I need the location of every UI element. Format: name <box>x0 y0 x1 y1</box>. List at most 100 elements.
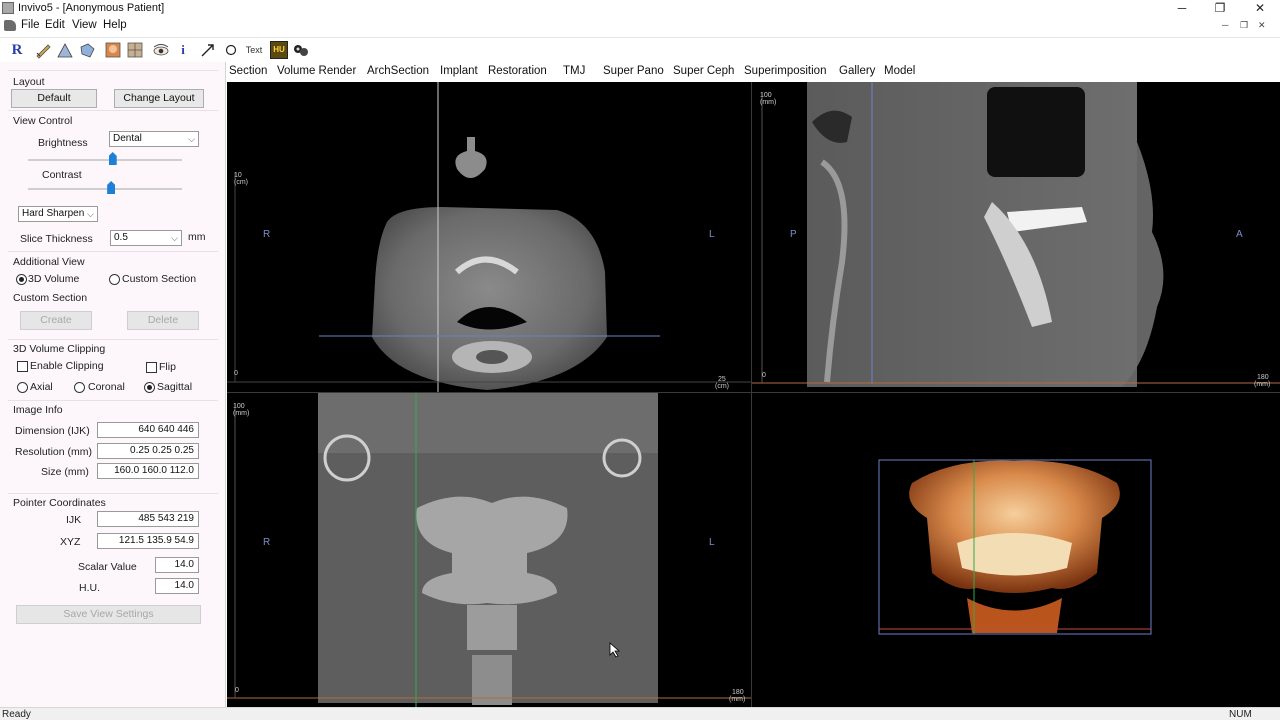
area-tool-icon[interactable] <box>78 41 96 59</box>
axial-left-marker: L <box>709 229 715 240</box>
custom-section-header: Custom Section <box>13 292 88 304</box>
xyz-field: 121.5 135.9 54.9 <box>97 533 199 549</box>
circle-icon[interactable] <box>222 41 240 59</box>
axial-scale-end: 25 <box>718 376 726 383</box>
pointer-coordinates-header: Pointer Coordinates <box>13 497 106 509</box>
pen-ruler-icon[interactable] <box>34 41 52 59</box>
save-view-settings-button[interactable]: Save View Settings <box>16 605 201 624</box>
change-layout-button[interactable]: Change Layout <box>114 89 204 108</box>
photo-grid-icon[interactable] <box>126 41 144 59</box>
axial-scale-zero: 0 <box>234 370 238 377</box>
tab-restoration[interactable]: Restoration <box>488 65 547 77</box>
tab-archsection[interactable]: ArchSection <box>367 65 429 77</box>
vertical-divider[interactable] <box>751 82 752 707</box>
tab-volume-render[interactable]: Volume Render <box>277 65 356 77</box>
mouse-cursor-icon <box>609 642 621 658</box>
menu-view[interactable]: View <box>72 19 97 31</box>
coronal-right-marker: R <box>263 537 271 548</box>
additional-view-group: Additional View 3D Volume Custom Section <box>8 251 218 287</box>
volume-render-view[interactable] <box>752 393 1280 707</box>
tab-gallery[interactable]: Gallery <box>839 65 875 77</box>
text-tool[interactable]: Text <box>242 41 266 59</box>
custom-section-radio[interactable] <box>109 274 120 285</box>
image-info-header: Image Info <box>13 404 63 416</box>
app-icon <box>2 2 14 14</box>
mdi-restore-button[interactable]: ❐ <box>1240 20 1248 31</box>
horizontal-divider[interactable] <box>227 392 1280 393</box>
close-button[interactable]: ✕ <box>1240 0 1280 17</box>
mdi-close-button[interactable]: ✕ <box>1258 20 1266 31</box>
volume-clipping-header: 3D Volume Clipping <box>13 343 106 355</box>
tab-tmj[interactable]: TMJ <box>563 65 585 77</box>
sagittal-scan-image <box>752 82 1280 387</box>
r-tool-icon[interactable]: R <box>8 41 26 59</box>
sagittal-radio[interactable] <box>144 382 155 393</box>
filter-select[interactable]: Hard Sharpen ⌵ <box>18 206 98 222</box>
window-title: Invivo5 - [Anonymous Patient] <box>18 2 165 14</box>
menu-bar: File Edit View Help ─ ❐ ✕ <box>0 17 1280 35</box>
camera-icon[interactable] <box>292 41 310 59</box>
hu-tool-icon[interactable]: HU <box>270 41 288 59</box>
coronal-scan-image <box>227 393 751 707</box>
angle-tool-icon[interactable] <box>56 41 74 59</box>
info-icon[interactable]: i <box>174 41 192 59</box>
eye-icon[interactable] <box>152 41 170 59</box>
default-layout-button[interactable]: Default <box>11 89 97 108</box>
menu-help[interactable]: Help <box>103 19 127 31</box>
minimize-button[interactable]: ─ <box>1162 0 1202 17</box>
image-info-group: Image Info Dimension (IJK) 640 640 446 R… <box>8 400 218 490</box>
ijk-field: 485 543 219 <box>97 511 199 527</box>
preset-select[interactable]: Dental ⌵ <box>109 131 199 147</box>
sagittal-scale-unit: (mm) <box>760 99 777 106</box>
mdi-minimize-button[interactable]: ─ <box>1222 20 1228 30</box>
axial-scale-end-unit: (cm) <box>715 383 729 390</box>
restore-button[interactable]: ❐ <box>1200 0 1240 17</box>
coronal-left-marker: L <box>709 537 715 548</box>
size-field: 160.0 160.0 112.0 <box>97 463 199 479</box>
tab-section[interactable]: Section <box>229 65 267 77</box>
arrow-icon[interactable] <box>199 41 217 59</box>
tab-implant[interactable]: Implant <box>440 65 478 77</box>
slice-thickness-select[interactable]: 0.5 ⌵ <box>110 230 182 246</box>
axial-view[interactable]: R L 10 (cm) 0 25 (cm) <box>227 82 751 392</box>
custom-section-label: Custom Section <box>122 273 197 285</box>
enable-clipping-checkbox[interactable] <box>17 361 28 372</box>
brightness-slider-thumb[interactable] <box>108 152 117 165</box>
dimension-label: Dimension (IJK) <box>15 425 90 437</box>
face-photo-icon[interactable] <box>104 41 122 59</box>
contrast-slider-thumb[interactable] <box>107 181 116 194</box>
sagittal-anterior-marker: A <box>1236 229 1243 240</box>
view-control-header: View Control <box>13 115 73 127</box>
additional-view-header: Additional View <box>13 256 85 268</box>
flip-checkbox[interactable] <box>146 362 157 373</box>
coronal-view[interactable]: R L 100 (mm) 0 180 (mm) <box>227 393 751 707</box>
delete-section-button[interactable]: Delete <box>127 311 199 330</box>
menu-edit[interactable]: Edit <box>45 19 65 31</box>
resolution-field: 0.25 0.25 0.25 <box>97 443 199 459</box>
slice-thickness-unit: mm <box>188 231 206 243</box>
chevron-down-icon: ⌵ <box>188 134 195 144</box>
tab-model[interactable]: Model <box>884 65 915 77</box>
tab-super-pano[interactable]: Super Pano <box>603 65 664 77</box>
custom-section-group: Custom Section Create Delete <box>8 290 218 340</box>
coronal-label: Coronal <box>88 381 125 393</box>
sagittal-scale-end: 180 <box>1257 374 1269 381</box>
sagittal-posterior-marker: P <box>790 229 797 240</box>
axial-radio[interactable] <box>17 382 28 393</box>
contrast-slider-track[interactable] <box>28 188 182 190</box>
coronal-scale-top: 100 <box>233 403 245 410</box>
coronal-radio[interactable] <box>74 382 85 393</box>
view-control-group: View Control Brightness Dental ⌵ Contras… <box>8 110 218 250</box>
create-section-button[interactable]: Create <box>20 311 92 330</box>
pointer-coordinates-group: Pointer Coordinates IJK 485 543 219 XYZ … <box>8 493 218 613</box>
tab-super-ceph[interactable]: Super Ceph <box>673 65 734 77</box>
tab-superimposition[interactable]: Superimposition <box>744 65 826 77</box>
sagittal-view[interactable]: P A 100 (mm) 0 180 (mm) <box>752 82 1280 392</box>
3d-volume-radio[interactable] <box>16 274 27 285</box>
brightness-slider-track[interactable] <box>28 159 182 161</box>
sagittal-scale-top: 100 <box>760 92 772 99</box>
menu-file[interactable]: File <box>21 19 40 31</box>
scalar-value-field: 14.0 <box>155 557 199 573</box>
sagittal-label: Sagittal <box>157 381 193 393</box>
ijk-label: IJK <box>66 514 82 526</box>
